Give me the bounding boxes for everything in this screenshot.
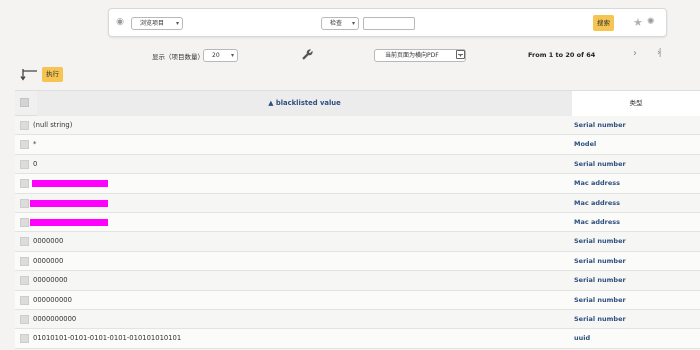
- column-header-type[interactable]: 类型: [572, 91, 700, 116]
- redacted-value: [30, 199, 108, 207]
- items-per-page-select[interactable]: 20 ▾: [203, 49, 238, 62]
- cell-type-link[interactable]: Serial number: [574, 310, 626, 329]
- pdf-export-label: 当前页面为横向PDF: [385, 52, 439, 59]
- table-row[interactable]: 0000000000 Serial number: [15, 309, 700, 330]
- cell-value: 01010101-0101-0101-0101-010101010101: [33, 334, 182, 343]
- row-checkbox[interactable]: [20, 334, 29, 344]
- row-checkbox[interactable]: [20, 159, 29, 169]
- row-checkbox[interactable]: [20, 314, 29, 324]
- chevron-down-icon: ▾: [230, 52, 234, 59]
- row-checkbox[interactable]: [20, 121, 29, 130]
- browse-item-select[interactable]: 浏览项目 ▾: [131, 17, 183, 30]
- execute-button[interactable]: 执行: [42, 67, 63, 82]
- cell-value: *: [33, 140, 37, 149]
- cell-type-link[interactable]: Model: [574, 135, 596, 154]
- table-row[interactable]: Mac address: [15, 193, 700, 213]
- table-row[interactable]: 0000000 Serial number: [15, 232, 700, 252]
- last-page-icon[interactable]: ›|: [657, 48, 661, 58]
- wrench-icon[interactable]: [301, 48, 314, 61]
- search-panel: ◉ 浏览项目 ▾ 检查 ▾ 搜索 ★ ✺: [108, 8, 667, 37]
- row-checkbox[interactable]: [20, 295, 29, 305]
- cell-type-link[interactable]: uuid: [574, 329, 590, 348]
- cell-type-link[interactable]: Serial number: [574, 155, 626, 174]
- cell-value: 0000000000: [33, 314, 77, 323]
- pagination-range: From 1 to 20 of 64: [528, 51, 596, 59]
- check-select-label: 检查: [330, 20, 343, 27]
- gear-icon[interactable]: ✺: [647, 17, 655, 28]
- table-row[interactable]: Mac address: [15, 174, 700, 194]
- cell-type-link[interactable]: Serial number: [574, 232, 626, 251]
- table-row[interactable]: (null string) Serial number: [15, 116, 700, 136]
- redacted-value: [30, 218, 108, 226]
- chevron-down-icon: ▾: [175, 20, 179, 27]
- table-row[interactable]: 000000000 Serial number: [15, 290, 700, 310]
- browse-item-select-label: 浏览项目: [140, 20, 165, 27]
- redacted-value: [32, 180, 108, 188]
- cell-value: 0: [33, 159, 38, 168]
- column-header-value[interactable]: ▲ blacklisted value: [37, 91, 572, 116]
- table-row[interactable]: Mac address: [15, 212, 700, 233]
- blacklist-table: ▲ blacklisted value 类型 (null string) Seri…: [15, 90, 700, 349]
- row-checkbox[interactable]: [20, 140, 29, 150]
- cell-value: (null string): [33, 121, 73, 129]
- collapse-icon[interactable]: ◉: [115, 17, 125, 27]
- table-row[interactable]: * Model: [15, 135, 700, 155]
- cell-value: 0000000: [33, 256, 64, 265]
- check-select[interactable]: 检查 ▾: [321, 17, 359, 30]
- select-all-checkbox[interactable]: [20, 98, 29, 107]
- star-icon[interactable]: ★: [633, 16, 643, 29]
- cell-type-link[interactable]: Serial number: [574, 116, 626, 135]
- next-page-icon[interactable]: ›: [633, 48, 637, 59]
- table-header: ▲ blacklisted value 类型: [15, 90, 700, 116]
- cell-type-link[interactable]: Serial number: [574, 291, 626, 310]
- cell-value: 0000000: [33, 237, 64, 246]
- row-checkbox[interactable]: [20, 237, 29, 247]
- chevron-down-icon: ▾: [351, 20, 355, 27]
- cell-type-link[interactable]: Mac address: [574, 213, 620, 232]
- pdf-export-select[interactable]: 当前页面为横向PDF ▾: [374, 49, 466, 62]
- cell-type-link[interactable]: Mac address: [574, 194, 620, 213]
- cell-type-link[interactable]: Serial number: [574, 271, 626, 290]
- row-checkbox[interactable]: [20, 217, 29, 227]
- table-row[interactable]: 0000000 Serial number: [15, 251, 700, 272]
- row-checkbox[interactable]: [20, 276, 29, 286]
- return-arrow-icon: [20, 69, 37, 81]
- row-checkbox[interactable]: [20, 256, 29, 266]
- save-icon[interactable]: [456, 50, 465, 59]
- search-button[interactable]: 搜索: [593, 15, 614, 31]
- row-checkbox[interactable]: [20, 198, 29, 208]
- table-row[interactable]: 00000000 Serial number: [15, 271, 700, 291]
- items-per-page-value: 20: [212, 52, 220, 59]
- cell-value: 000000000: [33, 295, 72, 304]
- table-body: (null string) Serial number * Model 0 Serial …: [15, 116, 700, 349]
- search-input[interactable]: [363, 17, 415, 30]
- table-row[interactable]: 01010101-0101-0101-0101-010101010101 uuid: [15, 329, 700, 349]
- items-per-page-label: 显示（项目数量）: [152, 53, 204, 61]
- cell-type-link[interactable]: Mac address: [574, 174, 620, 193]
- cell-value: 00000000: [33, 276, 68, 285]
- row-checkbox[interactable]: [20, 179, 29, 189]
- table-row[interactable]: 0 Serial number: [15, 154, 700, 175]
- cell-type-link[interactable]: Serial number: [574, 252, 626, 271]
